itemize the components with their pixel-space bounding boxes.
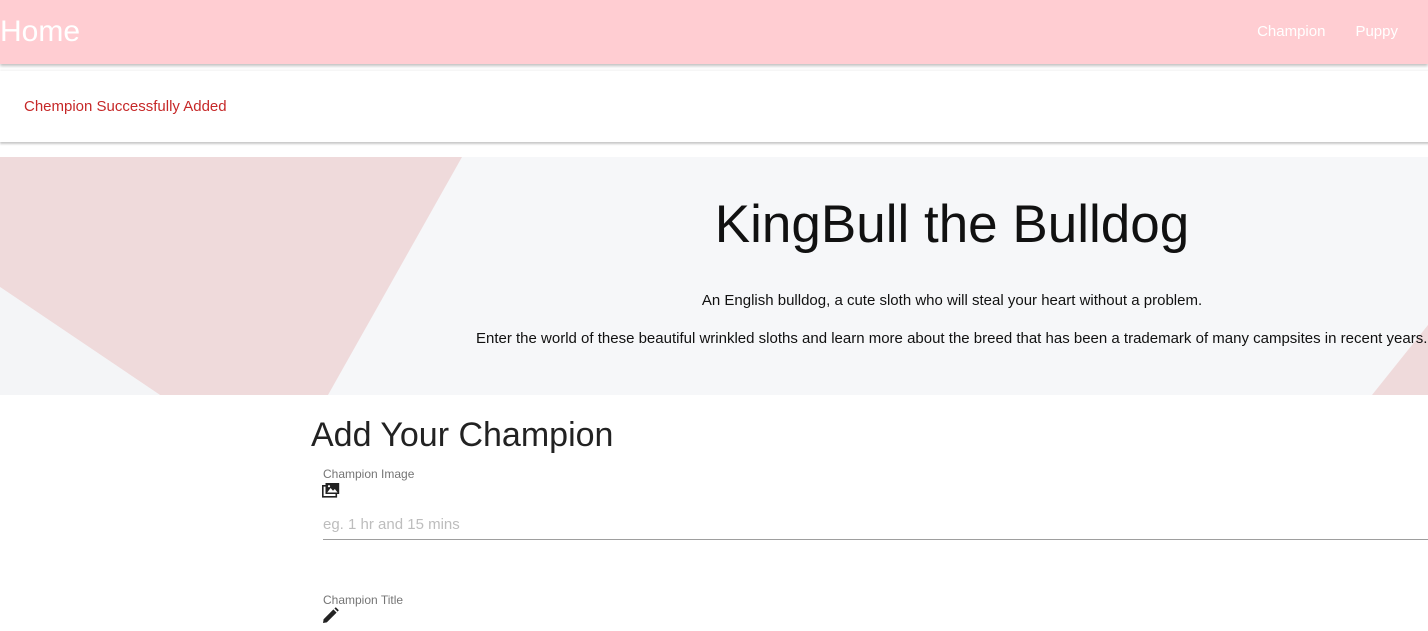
hero-description-1: An English bulldog, a cute sloth who wil… [701, 292, 1203, 309]
champion-title-label: Champion Title [323, 593, 404, 607]
image-icon [322, 482, 340, 503]
nav-link-puppy[interactable]: Puppy [1355, 22, 1398, 42]
hero-background-shapes [0, 157, 1428, 395]
hero-description-2: Enter the world of these beautiful wrink… [476, 330, 1428, 347]
form-title: Add Your Champion [311, 416, 614, 454]
pencil-icon [322, 607, 339, 629]
nav-links: Champion Puppy [1257, 22, 1398, 42]
hero-banner: KingBull the Bulldog An English bulldog,… [0, 157, 1428, 395]
top-navbar: Home Champion Puppy [0, 0, 1428, 64]
flash-message-card: Chempion Successfully Added [0, 71, 1428, 142]
nav-link-champion[interactable]: Champion [1257, 22, 1325, 42]
champion-image-label: Champion Image [323, 467, 415, 481]
home-link[interactable]: Home [0, 14, 80, 50]
champion-image-input[interactable] [323, 510, 1428, 540]
flash-message-text: Chempion Successfully Added [24, 98, 227, 115]
hero-title: KingBull the Bulldog [714, 195, 1190, 254]
